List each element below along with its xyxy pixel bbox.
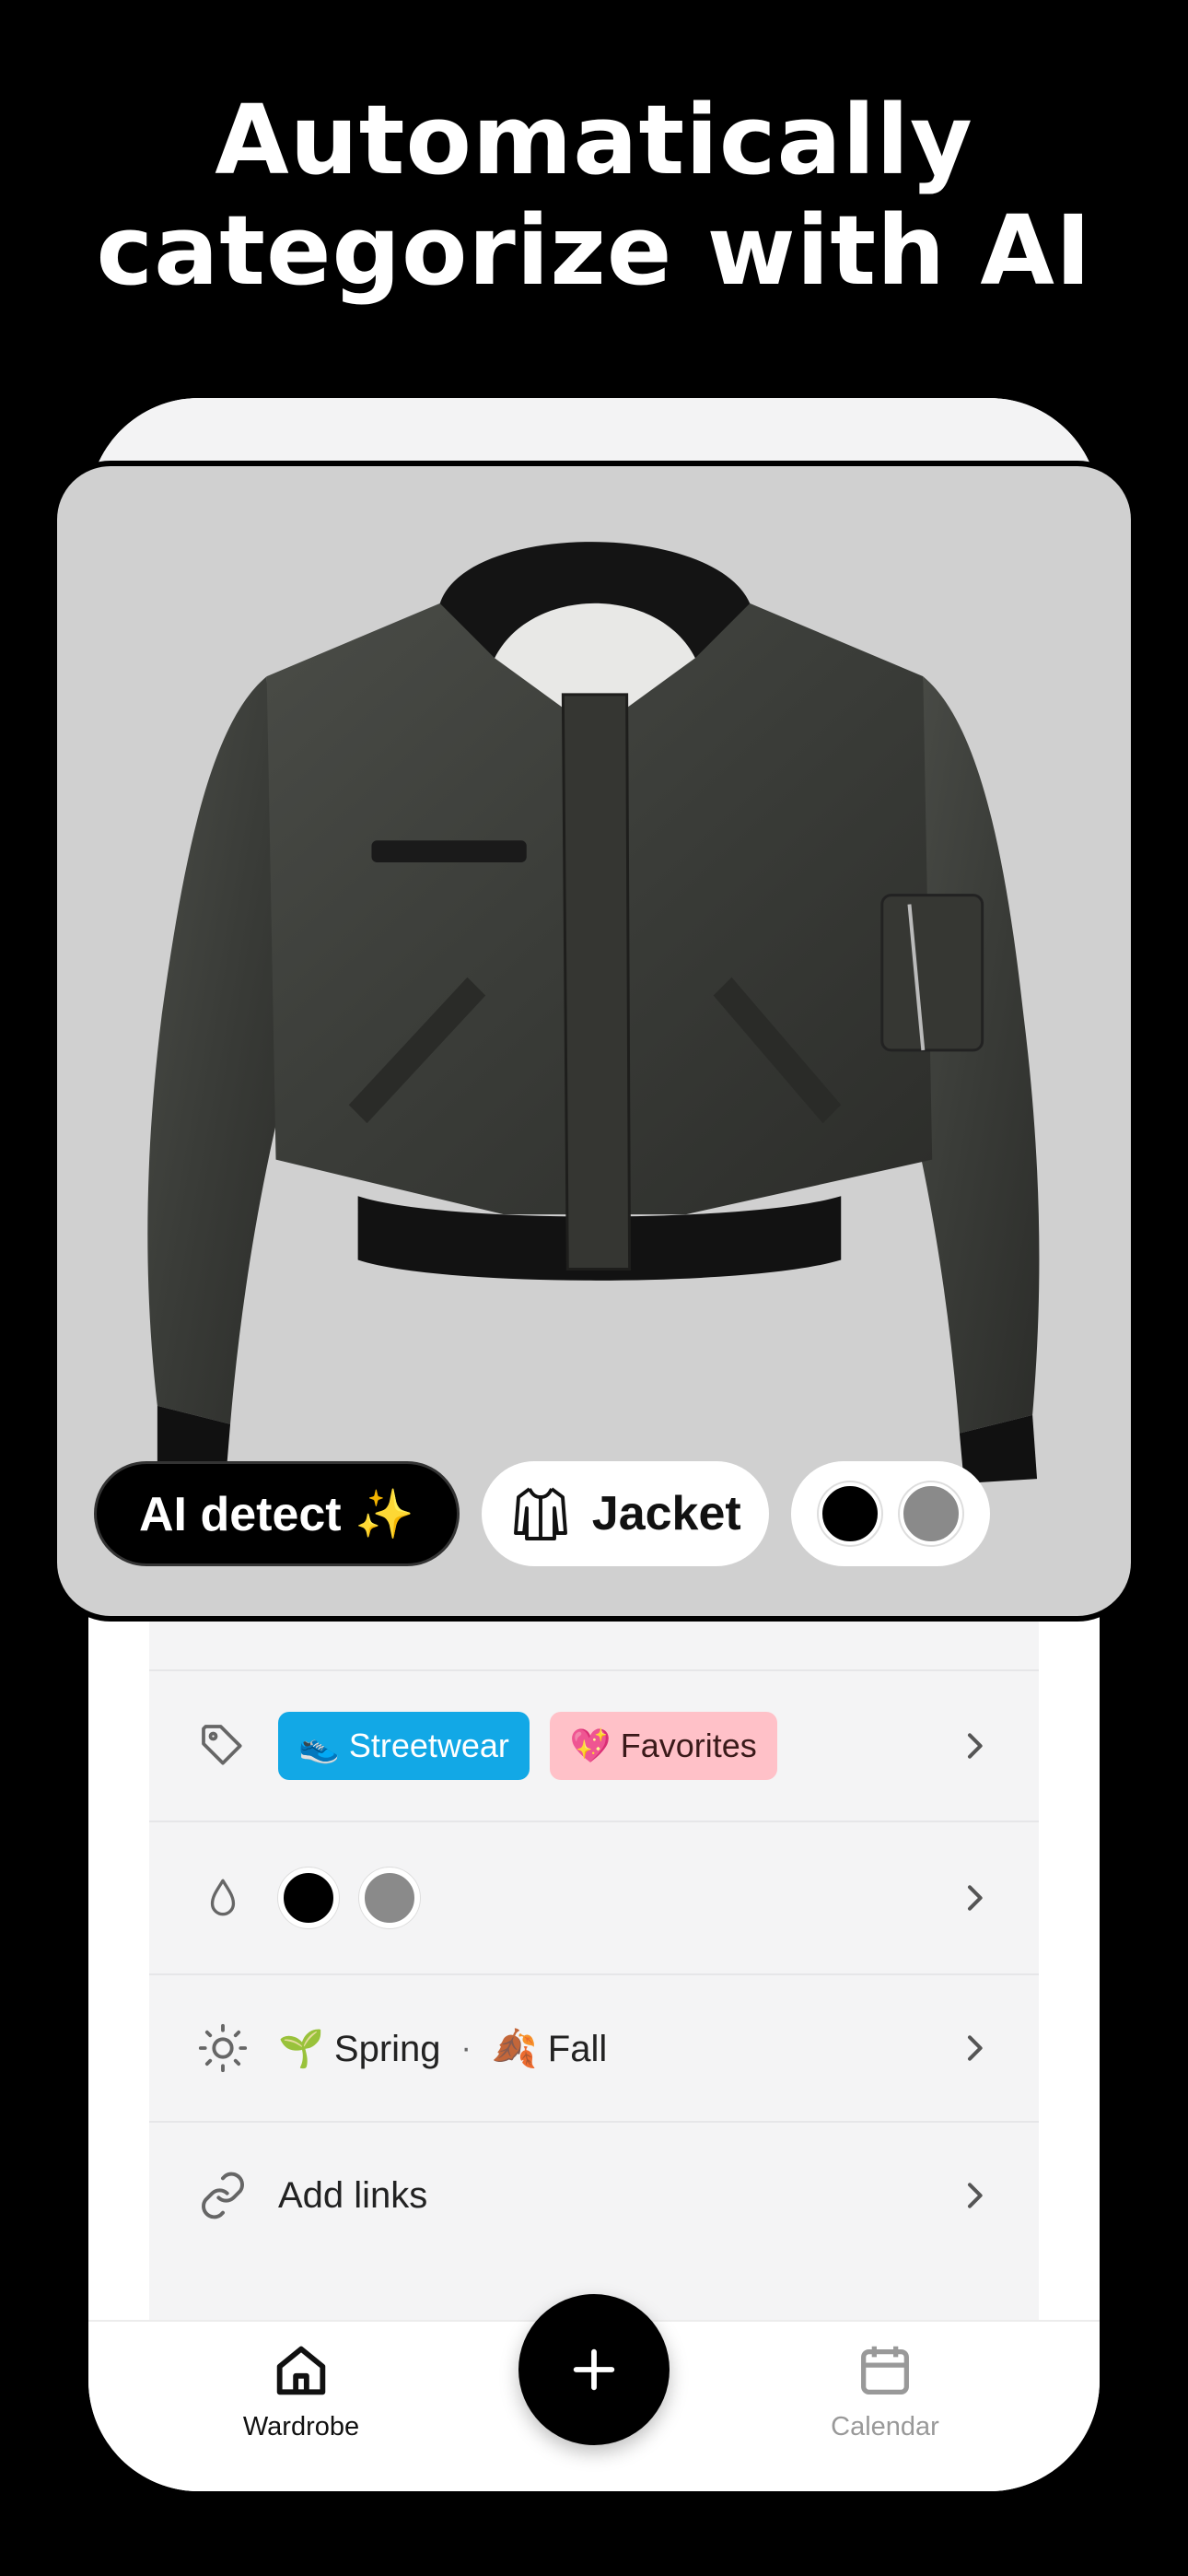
category-label: Jacket bbox=[591, 1487, 741, 1540]
item-photo-card: AI detect ✨ Jacket bbox=[52, 461, 1136, 1622]
season-spring: 🌱 Spring bbox=[278, 2028, 441, 2069]
colors-row[interactable] bbox=[149, 1821, 1039, 1973]
add-links-label: Add links bbox=[278, 2174, 428, 2216]
season-separator: · bbox=[460, 2030, 472, 2066]
ai-chips: AI detect ✨ Jacket bbox=[94, 1461, 990, 1566]
season-fall: 🍂 Fall bbox=[491, 2028, 608, 2069]
chevron-right-icon bbox=[968, 2035, 983, 2061]
tab-calendar[interactable]: Calendar bbox=[793, 2338, 977, 2442]
tags-row[interactable]: 👟 Streetwear 💖 Favorites bbox=[149, 1669, 1039, 1821]
add-item-button[interactable] bbox=[518, 2294, 670, 2445]
jacket-image bbox=[147, 542, 1040, 1484]
chevron-right-icon bbox=[968, 1733, 983, 1759]
tag-icon bbox=[195, 1718, 250, 1774]
tag-favorites[interactable]: 💖 Favorites bbox=[549, 1712, 777, 1780]
category-chip[interactable]: Jacket bbox=[481, 1461, 769, 1566]
home-icon bbox=[276, 2346, 326, 2395]
chip-color-gray bbox=[899, 1482, 962, 1545]
chevron-right-icon bbox=[968, 1885, 983, 1911]
tab-calendar-label: Calendar bbox=[831, 2412, 939, 2441]
jacket-icon bbox=[513, 1487, 567, 1540]
tag-streetwear[interactable]: 👟 Streetwear bbox=[278, 1712, 530, 1780]
color-swatch-gray bbox=[359, 1868, 420, 1928]
seasons-row[interactable]: 🌱 Spring · 🍂 Fall bbox=[149, 1973, 1039, 2121]
headline-line-1: Automatically bbox=[215, 84, 973, 196]
chevron-right-icon bbox=[968, 2183, 983, 2208]
link-icon bbox=[195, 2168, 250, 2223]
chip-color-black bbox=[818, 1482, 881, 1545]
headline: Automatically categorize with AI bbox=[0, 85, 1188, 306]
ai-detect-chip[interactable]: AI detect ✨ bbox=[94, 1461, 460, 1566]
color-swatch-black bbox=[278, 1868, 339, 1928]
headline-line-2: categorize with AI bbox=[96, 194, 1092, 307]
tab-wardrobe[interactable]: Wardrobe bbox=[209, 2338, 393, 2442]
tab-wardrobe-label: Wardrobe bbox=[242, 2412, 360, 2441]
colors-chip[interactable] bbox=[790, 1461, 990, 1566]
sun-icon bbox=[195, 2020, 250, 2076]
plus-icon bbox=[573, 2348, 615, 2391]
links-row[interactable]: Add links bbox=[149, 2121, 1039, 2268]
calendar-icon bbox=[861, 2346, 909, 2395]
droplet-icon bbox=[195, 1870, 250, 1926]
